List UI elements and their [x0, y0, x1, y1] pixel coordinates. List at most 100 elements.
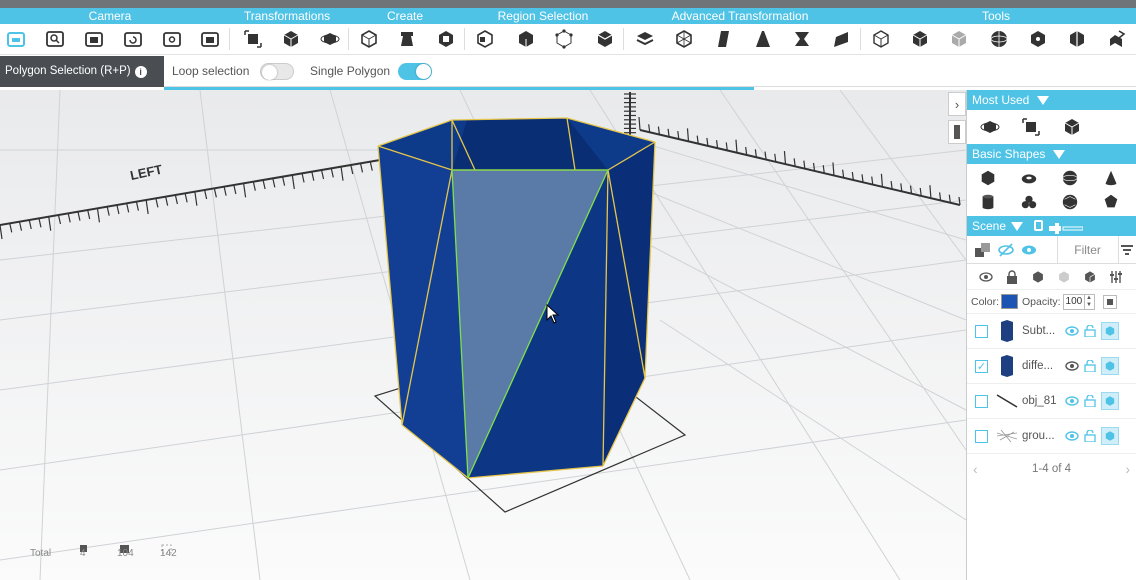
apply-color-button[interactable] — [1102, 294, 1117, 309]
category-region-selection[interactable]: Region Selection — [470, 8, 616, 24]
tool-ghost-button[interactable] — [947, 27, 971, 51]
category-advanced-transformation[interactable]: Advanced Transformation — [625, 8, 855, 24]
most-used-rotate[interactable] — [973, 114, 1006, 140]
transform-move-button[interactable] — [279, 27, 303, 51]
camera-focus-button[interactable] — [160, 27, 184, 51]
single-polygon-toggle[interactable] — [398, 63, 432, 80]
tool-sphere-button[interactable] — [987, 27, 1011, 51]
object-solid-toggle[interactable] — [1101, 357, 1119, 375]
scene-tab-hidden[interactable] — [994, 238, 1017, 262]
adv-taper-button[interactable] — [751, 27, 775, 51]
object-visibility-toggle[interactable] — [1064, 393, 1080, 409]
scene-object-row[interactable]: grou... — [967, 419, 1136, 454]
camera-save-button[interactable] — [4, 27, 28, 51]
ghost-view-button[interactable] — [1055, 268, 1073, 286]
most-used-header[interactable]: Most Used — [967, 90, 1136, 110]
category-create[interactable]: Create — [350, 8, 460, 24]
toggle-visibility-button[interactable] — [977, 268, 995, 286]
object-visibility-toggle[interactable] — [1064, 358, 1080, 374]
solid-view-button[interactable] — [1029, 268, 1047, 286]
create-box-button[interactable] — [357, 27, 381, 51]
shape-cone[interactable] — [1094, 167, 1127, 189]
loop-selection-toggle[interactable] — [260, 63, 294, 80]
scene-slider[interactable] — [1049, 220, 1084, 234]
category-transformations[interactable]: Transformations — [230, 8, 344, 24]
pager-prev-button[interactable]: ‹ — [973, 461, 978, 477]
tool-solid-button[interactable] — [908, 27, 932, 51]
most-used-scale[interactable] — [1014, 114, 1047, 140]
create-shell-button[interactable] — [434, 27, 458, 51]
transform-scale-button[interactable] — [241, 27, 265, 51]
stats-objects: 4 — [80, 548, 86, 559]
triangle-down-icon — [1011, 222, 1024, 231]
region-select-button[interactable] — [473, 27, 497, 51]
region-face-button[interactable] — [514, 27, 538, 51]
opacity-stepper[interactable]: ▲ ▼ — [1084, 293, 1095, 310]
object-visibility-toggle[interactable] — [1064, 428, 1080, 444]
object-visibility-toggle[interactable] — [1064, 323, 1080, 339]
selection-mode-label[interactable]: Polygon Selection (R+P) i — [0, 56, 164, 87]
create-extrude-button[interactable] — [395, 27, 419, 51]
scene-object-row[interactable]: Subt... — [967, 314, 1136, 349]
object-lock-toggle[interactable] — [1082, 428, 1098, 444]
basic-shapes-header[interactable]: Basic Shapes — [967, 144, 1136, 164]
object-lock-toggle[interactable] — [1082, 323, 1098, 339]
paint-icon — [1110, 30, 1126, 47]
scene-view-icon[interactable] — [1034, 220, 1043, 231]
object-solid-toggle[interactable] — [1101, 322, 1119, 340]
camera-rotate-button[interactable] — [121, 27, 145, 51]
object-lock-toggle[interactable] — [1082, 358, 1098, 374]
object-checkbox[interactable] — [975, 324, 988, 338]
color-swatch[interactable] — [1001, 294, 1019, 309]
info-icon[interactable]: i — [134, 66, 147, 78]
shape-sphere[interactable] — [1053, 167, 1086, 189]
object-checkbox[interactable] — [975, 394, 988, 408]
shape-cylinder[interactable] — [971, 191, 1004, 213]
adv-layers-button[interactable] — [633, 27, 657, 51]
transform-rotate-button[interactable] — [318, 27, 342, 51]
scene-header[interactable]: Scene — [967, 216, 1136, 236]
object-solid-toggle[interactable] — [1101, 392, 1119, 410]
toggle-lock-button[interactable] — [1003, 268, 1021, 286]
shape-cube[interactable] — [971, 167, 1004, 189]
shape-geosphere[interactable] — [1053, 191, 1086, 213]
filter-menu-button[interactable] — [1119, 236, 1136, 264]
collapse-panel-button[interactable]: › — [948, 92, 966, 116]
shape-knot[interactable] — [1012, 191, 1045, 213]
region-edge-button[interactable] — [593, 27, 617, 51]
object-checkbox[interactable]: ✓ — [975, 359, 988, 373]
pager-next-button[interactable]: › — [1125, 461, 1130, 477]
adv-bend-button[interactable] — [790, 27, 814, 51]
properties-button[interactable] — [1107, 268, 1125, 286]
scene-tab-visible[interactable] — [1017, 238, 1040, 262]
most-used-move[interactable] — [1055, 114, 1088, 140]
adv-twist-button[interactable] — [712, 27, 736, 51]
scene-object-row[interactable]: ✓ diffe... — [967, 349, 1136, 384]
camera-front-button[interactable] — [82, 27, 106, 51]
tool-paint-button[interactable] — [1104, 27, 1128, 51]
scene-object-row[interactable]: obj_81 — [967, 384, 1136, 419]
prism-thumb-icon — [1001, 355, 1013, 377]
opacity-input[interactable]: 100 — [1062, 293, 1085, 310]
camera-reset-button[interactable] — [198, 27, 222, 51]
group-view-button[interactable] — [1081, 268, 1099, 286]
3d-viewport[interactable]: LEFT Total 4 104 142 — [0, 90, 966, 580]
tool-wireframe-button[interactable] — [869, 27, 893, 51]
tool-mirror-button[interactable] — [1065, 27, 1089, 51]
category-tools[interactable]: Tools — [866, 8, 1126, 24]
camera-zoom-button[interactable] — [43, 27, 67, 51]
adv-subdivide-button[interactable] — [672, 27, 696, 51]
panel-toggle-button[interactable] — [948, 120, 966, 144]
object-lock-toggle[interactable] — [1082, 393, 1098, 409]
scene-filter-input[interactable]: Filter — [1056, 235, 1119, 264]
tool-measure-button[interactable] — [1026, 27, 1050, 51]
hexagonal-prism-mesh[interactable] — [377, 117, 656, 479]
region-vertex-button[interactable] — [552, 27, 576, 51]
shape-torus[interactable] — [1012, 167, 1045, 189]
object-solid-toggle[interactable] — [1101, 427, 1119, 445]
scene-tab-objects[interactable] — [971, 238, 994, 262]
object-checkbox[interactable] — [975, 429, 988, 443]
shape-polyhedron[interactable] — [1094, 191, 1127, 213]
category-camera[interactable]: Camera — [0, 8, 220, 24]
adv-slice-button[interactable] — [829, 27, 853, 51]
